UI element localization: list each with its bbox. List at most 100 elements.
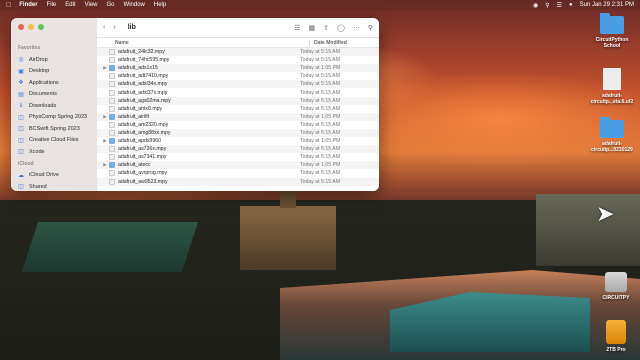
disclosure-triangle-icon[interactable]: ▶ — [101, 162, 109, 168]
table-row[interactable]: ▶ adafruit_apds9960 Today at 1:05 PM — [97, 137, 379, 145]
table-row[interactable]: adafruit_adxl34x.mpy Today at 5:15 AM — [97, 80, 379, 89]
file-icon — [109, 178, 115, 185]
sidebar-item-xcode[interactable]: ◫ Xcode — [11, 146, 97, 158]
file-icon — [109, 73, 115, 80]
wallpaper-building-right — [536, 194, 640, 266]
file-icon — [109, 57, 115, 64]
sidebar-item-documents[interactable]: ▤ Documents — [11, 89, 97, 101]
tag-icon[interactable]: ◯ — [337, 24, 345, 32]
table-row[interactable]: adafruit_74hc595.mpy Today at 5:15 AM — [97, 56, 379, 64]
table-row[interactable]: adafruit_24lc32.mpy Today at 5:15 AM — [97, 48, 379, 57]
minimize-button[interactable] — [28, 24, 34, 30]
sidebar-item-creative-cloud[interactable]: ◫ Creative Cloud Files — [11, 135, 97, 147]
date-modified: Today at 5:15 AM — [300, 154, 341, 161]
column-header-date[interactable]: Date Modified — [309, 39, 347, 46]
desktop-icon-circuitpython-school[interactable]: CircuitPython School — [592, 13, 632, 49]
sidebar-item-airdrop[interactable]: ◎ AirDrop — [11, 54, 97, 66]
date-modified: Today at 5:15 AM — [300, 146, 341, 153]
sidebar-item-desktop[interactable]: ▣ Desktop — [11, 66, 97, 78]
date-modified: Today at 5:15 AM — [300, 97, 341, 104]
table-row[interactable]: adafruit_as726x.mpy Today at 5:15 AM — [97, 145, 379, 154]
forward-icon[interactable]: › — [113, 24, 115, 31]
sidebar-item-physcomp[interactable]: ◫ PhysComp Spring 2023 — [11, 112, 97, 124]
menu-clock[interactable]: Sun Jan 29 2:31 PM — [580, 2, 634, 8]
sidebar-item-applications[interactable]: ❖ Applications — [11, 77, 97, 89]
desktop-icon-circuitpython-folder[interactable]: adafruit-circuitp...0230129 — [586, 117, 638, 153]
file-name: adafruit_ags02ma.mpy — [118, 97, 171, 104]
cloud-icon: ☁ — [18, 172, 24, 179]
search-icon[interactable]: ⚲ — [545, 2, 549, 9]
drive-icon — [605, 272, 627, 292]
file-icon — [109, 49, 115, 56]
control-center-icon[interactable]: ☰ — [557, 2, 562, 9]
file-name: adafruit_24lc32.mpy — [118, 49, 165, 56]
file-name: adafruit_avrprog.mpy — [118, 170, 168, 177]
menu-window[interactable]: Window — [124, 2, 145, 8]
download-icon: ⇓ — [18, 103, 24, 110]
window-title: lib — [127, 24, 136, 31]
file-name: adafruit_amg88xx.mpy — [118, 129, 171, 136]
table-row[interactable]: adafruit_amg88xx.mpy Today at 5:15 AM — [97, 128, 379, 138]
wifi-icon[interactable]: ◉ — [533, 2, 538, 9]
disclosure-triangle-icon[interactable]: ▶ — [101, 114, 109, 120]
table-row[interactable]: adafruit_aw9523.mpy Today at 5:15 AM — [97, 177, 379, 186]
menu-bar:  Finder File Edit View Go Window Help ◉… — [0, 0, 640, 10]
group-icon[interactable]: ▦ — [309, 24, 316, 32]
sidebar-item-shared[interactable]: ◫ Shared — [11, 181, 97, 191]
date-modified: Today at 1:05 PM — [300, 113, 341, 120]
desktop-icon-circuitpy-drive[interactable]: CIRCUITPY — [596, 272, 636, 301]
folder-icon: ◫ — [18, 114, 24, 121]
close-button[interactable] — [18, 24, 24, 30]
folder-icon: ◫ — [18, 149, 24, 156]
file-icon — [109, 146, 115, 153]
file-list: adafruit_24lc32.mpy Today at 5:15 AM adafr… — [97, 48, 379, 186]
file-name: adafruit_as726x.mpy — [118, 146, 167, 153]
table-row[interactable]: adafruit_adt7410.mpy Today at 5:15 AM — [97, 72, 379, 80]
date-modified: Today at 1:05 PM — [300, 65, 341, 72]
menu-bar-status: ◉ ⚲ ☰ ● Sun Jan 29 2:31 PM — [533, 2, 634, 9]
menu-help[interactable]: Help — [154, 2, 166, 8]
table-row[interactable]: ▶ adafruit_ads1x15 Today at 1:05 PM — [97, 64, 379, 73]
table-row[interactable]: adafruit_as7341.mpy Today at 5:15 AM — [97, 153, 379, 161]
date-modified: Today at 5:15 AM — [300, 121, 341, 128]
search-icon[interactable]: ⚲ — [368, 24, 373, 32]
file-name: adafruit_aw9523.mpy — [118, 178, 168, 185]
zoom-button[interactable] — [38, 24, 44, 30]
date-modified: Today at 5:15 AM — [300, 49, 341, 56]
menu-view[interactable]: View — [85, 2, 98, 8]
share-icon[interactable]: ⇧ — [323, 24, 329, 32]
menu-file[interactable]: File — [47, 2, 57, 8]
more-actions-icon[interactable]: ⋯ — [353, 24, 360, 32]
wallpaper-building — [240, 190, 336, 270]
document-icon: ▤ — [18, 91, 24, 98]
desktop-icon-2tb-pro-drive[interactable]: 2TB Pro — [596, 320, 636, 353]
back-icon[interactable]: ‹ — [103, 24, 105, 31]
table-row[interactable]: adafruit_avrprog.mpy Today at 5:15 AM — [97, 169, 379, 177]
sidebar-item-icloud-drive[interactable]: ☁ iCloud Drive — [11, 170, 97, 182]
table-row[interactable]: adafruit_ahtx0.mpy Today at 5:15 AM — [97, 105, 379, 113]
list-view-icon[interactable]: ☰ — [294, 24, 300, 32]
table-row[interactable]: adafruit_am2320.mpy Today at 5:15 AM — [97, 121, 379, 129]
table-row[interactable]: ▶ adafruit_airlift Today at 1:05 PM — [97, 112, 379, 121]
table-row[interactable]: adafruit_ags02ma.mpy Today at 5:15 AM — [97, 96, 379, 105]
menu-edit[interactable]: Edit — [65, 2, 75, 8]
date-modified: Today at 1:05 PM — [300, 162, 341, 169]
sidebar-item-bcswift[interactable]: ◫ BCSwift Spring 2023 — [11, 123, 97, 135]
table-row[interactable]: ▶ adafruit_atecc Today at 1:05 PM — [97, 161, 379, 170]
disclosure-triangle-icon[interactable]: ▶ — [101, 138, 109, 144]
desktop-icon-uf2-file[interactable]: adafruit-circuitp...eta.6.uf2 — [586, 68, 638, 105]
finder-window: Favorites ◎ AirDrop ▣ Desktop ❖ Application… — [11, 18, 379, 191]
file-icon — [109, 81, 115, 88]
sidebar-item-downloads[interactable]: ⇓ Downloads — [11, 100, 97, 112]
menu-finder[interactable]: Finder — [19, 2, 37, 8]
column-header-name[interactable]: Name — [115, 40, 309, 46]
menu-go[interactable]: Go — [107, 2, 115, 8]
disclosure-triangle-icon[interactable]: ▶ — [101, 65, 109, 71]
table-row[interactable]: adafruit_adxl37x.mpy Today at 5:15 AM — [97, 88, 379, 96]
siri-icon[interactable]: ● — [569, 2, 573, 8]
apple-icon[interactable]:  — [6, 2, 11, 9]
sidebar-heading-favorites: Favorites — [18, 45, 41, 51]
file-name: adafruit_adxl34x.mpy — [118, 81, 168, 88]
file-name: adafruit_atecc — [118, 162, 151, 169]
file-icon — [109, 97, 115, 104]
